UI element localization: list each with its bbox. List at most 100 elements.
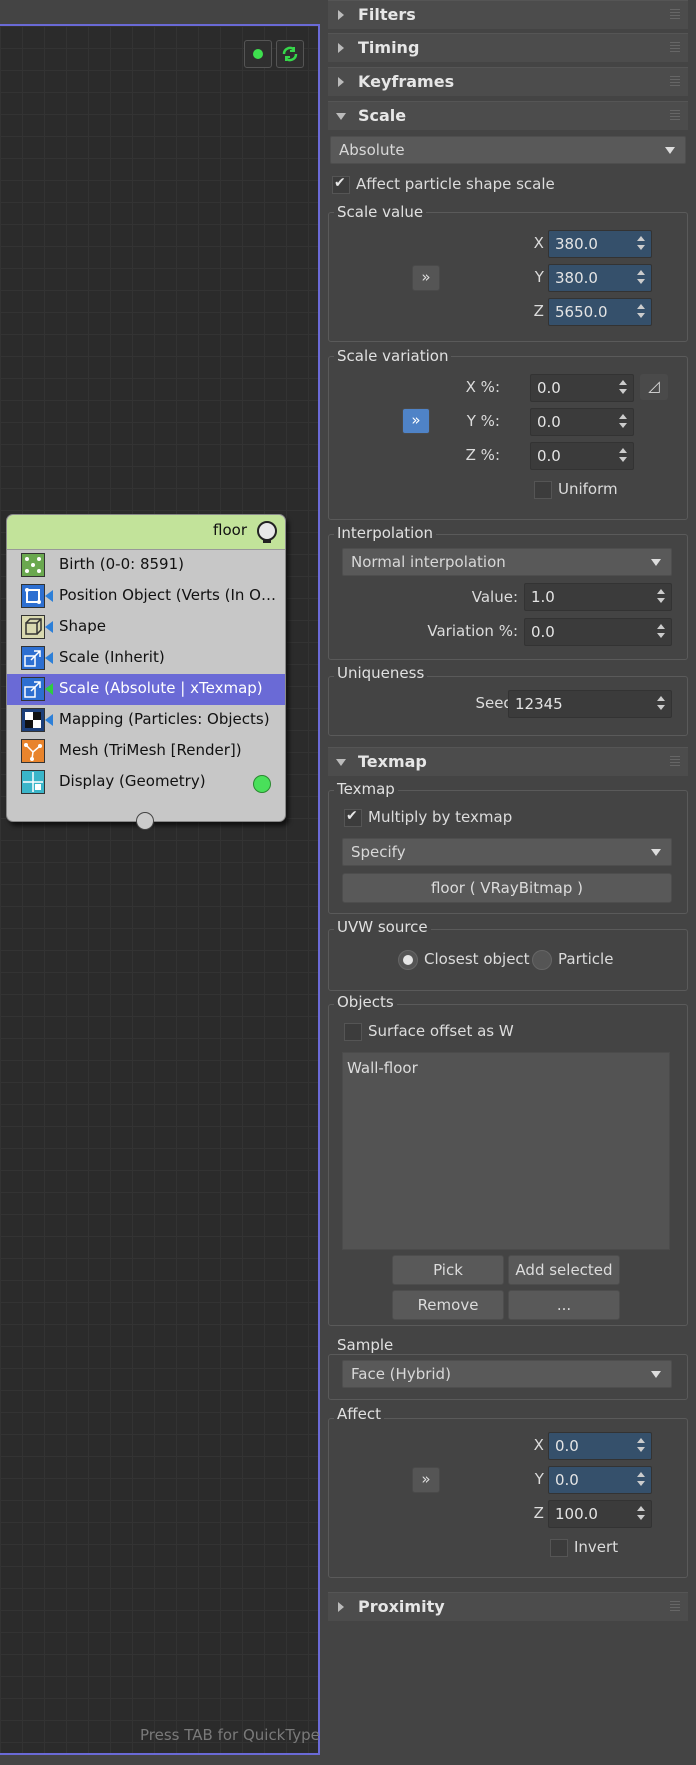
scale-icon <box>21 646 45 670</box>
interpolation-value-spinner[interactable]: 1.0 <box>524 583 672 611</box>
particle-flow-canvas[interactable] <box>0 24 320 1755</box>
rollout-texmap[interactable]: Texmap <box>328 747 688 776</box>
operator-scale-inherit[interactable]: Scale (Inherit) <box>7 643 285 674</box>
add-selected-button[interactable]: Add selected <box>508 1255 620 1285</box>
particle-radio[interactable] <box>532 950 552 970</box>
grip-icon[interactable] <box>670 756 680 766</box>
scale-mode-dropdown[interactable]: Absolute <box>330 136 686 164</box>
affect-shape-checkbox[interactable] <box>332 175 350 194</box>
multiply-texmap-checkbox[interactable] <box>344 808 362 827</box>
refresh-icon[interactable] <box>276 40 304 68</box>
spin-up-icon[interactable] <box>619 380 627 385</box>
spin-down-icon[interactable] <box>657 633 665 638</box>
spin-down-icon[interactable] <box>619 457 627 462</box>
rollout-timing[interactable]: Timing <box>328 33 688 62</box>
operator-label: Scale (Absolute | xTexmap) <box>59 679 263 697</box>
spin-down-icon[interactable] <box>637 245 645 250</box>
spin-up-icon[interactable] <box>657 624 665 629</box>
texmap-mode-dropdown[interactable]: Specify <box>342 838 672 866</box>
affect-z-spinner[interactable]: 100.0 <box>548 1500 652 1528</box>
spin-up-icon[interactable] <box>637 1472 645 1477</box>
spin-down-icon[interactable] <box>637 1515 645 1520</box>
display-status-icon[interactable] <box>253 775 271 793</box>
lightbulb-icon[interactable] <box>257 521 277 543</box>
node-header[interactable]: floor <box>7 515 285 550</box>
invert-checkbox[interactable] <box>550 1539 568 1557</box>
spin-up-icon[interactable] <box>637 304 645 309</box>
spin-down-icon[interactable] <box>637 1481 645 1486</box>
spin-down-icon[interactable] <box>637 313 645 318</box>
spin-down-icon[interactable] <box>657 598 665 603</box>
spin-up-icon[interactable] <box>619 448 627 453</box>
operator-mapping[interactable]: Mapping (Particles: Objects) <box>7 705 285 736</box>
affect-y-spinner[interactable]: 0.0 <box>548 1466 652 1494</box>
variation-z-spinner[interactable]: 0.0 <box>530 442 634 470</box>
rollout-title: Texmap <box>358 752 427 771</box>
grip-icon[interactable] <box>670 76 680 86</box>
spin-up-icon[interactable] <box>637 1438 645 1443</box>
value-label: Value: <box>471 588 518 606</box>
scale-variation-link-button[interactable]: » <box>402 408 430 434</box>
affect-link-button[interactable]: » <box>412 1467 440 1493</box>
texmap-map-button[interactable]: floor ( VRayBitmap ) <box>342 873 672 903</box>
variation-x-spinner[interactable]: 0.0 <box>530 374 634 402</box>
scale-value-link-button[interactable]: » <box>412 265 440 291</box>
surface-offset-label: Surface offset as W <box>368 1022 514 1040</box>
operator-scale-absolute[interactable]: Scale (Absolute | xTexmap) <box>7 674 285 705</box>
grip-icon[interactable] <box>670 110 680 120</box>
scale-variation-group <box>328 356 688 520</box>
more-options-button[interactable]: ... <box>508 1290 620 1320</box>
spin-up-icon[interactable] <box>619 414 627 419</box>
affect-x-spinner[interactable]: 0.0 <box>548 1432 652 1460</box>
closest-object-radio[interactable] <box>398 950 418 970</box>
spin-up-icon[interactable] <box>637 236 645 241</box>
ramp-icon[interactable]: ◿ <box>640 374 668 400</box>
operator-display[interactable]: Display (Geometry) <box>7 767 285 798</box>
grip-icon[interactable] <box>670 42 680 52</box>
expanded-arrow-icon <box>336 759 346 766</box>
event-node-floor[interactable]: floor Birth (0-0: 8591) Position Object … <box>6 514 286 822</box>
operator-position-object[interactable]: Position Object (Verts (In Ord... <box>7 581 285 612</box>
sample-dropdown[interactable]: Face (Hybrid) <box>342 1360 672 1388</box>
group-title: Sample <box>334 1336 397 1354</box>
spin-up-icon[interactable] <box>657 696 665 701</box>
spin-down-icon[interactable] <box>657 705 665 710</box>
variation-y-spinner[interactable]: 0.0 <box>530 408 634 436</box>
list-item[interactable]: Wall-floor <box>347 1059 418 1077</box>
spinner-value: 0.0 <box>537 413 561 431</box>
operator-label: Display (Geometry) <box>59 772 206 790</box>
surface-offset-checkbox[interactable] <box>344 1023 362 1041</box>
rollout-proximity[interactable]: Proximity <box>328 1592 688 1621</box>
rollout-keyframes[interactable]: Keyframes <box>328 67 688 96</box>
interpolation-variation-spinner[interactable]: 0.0 <box>524 618 672 646</box>
operator-shape[interactable]: Shape <box>7 612 285 643</box>
operator-mesh[interactable]: Mesh (TriMesh [Render]) <box>7 736 285 767</box>
grip-icon[interactable] <box>670 9 680 19</box>
scale-y-spinner[interactable]: 380.0 <box>548 264 652 292</box>
group-title: Texmap <box>334 780 398 798</box>
spin-down-icon[interactable] <box>619 389 627 394</box>
scale-x-spinner[interactable]: 380.0 <box>548 230 652 258</box>
interpolation-dropdown[interactable]: Normal interpolation <box>342 548 672 576</box>
grip-icon[interactable] <box>670 1601 680 1611</box>
objects-list[interactable]: Wall-floor <box>342 1052 670 1250</box>
remove-button[interactable]: Remove <box>392 1290 504 1320</box>
rollout-filters[interactable]: Filters <box>328 0 688 29</box>
status-dot-icon[interactable] <box>244 40 272 68</box>
spin-down-icon[interactable] <box>619 423 627 428</box>
mesh-icon <box>21 739 45 763</box>
spin-up-icon[interactable] <box>657 589 665 594</box>
uniform-checkbox[interactable] <box>534 481 552 499</box>
seed-spinner[interactable]: 12345 <box>508 690 672 718</box>
operator-birth[interactable]: Birth (0-0: 8591) <box>7 550 285 581</box>
node-output-socket[interactable] <box>136 812 154 830</box>
spin-up-icon[interactable] <box>637 270 645 275</box>
rollout-scale[interactable]: Scale <box>328 101 688 130</box>
spin-up-icon[interactable] <box>637 1506 645 1511</box>
spin-down-icon[interactable] <box>637 1447 645 1452</box>
scale-z-spinner[interactable]: 5650.0 <box>548 298 652 326</box>
collapsed-arrow-icon <box>338 10 344 20</box>
group-title: Interpolation <box>334 524 436 542</box>
pick-button[interactable]: Pick <box>392 1255 504 1285</box>
spin-down-icon[interactable] <box>637 279 645 284</box>
